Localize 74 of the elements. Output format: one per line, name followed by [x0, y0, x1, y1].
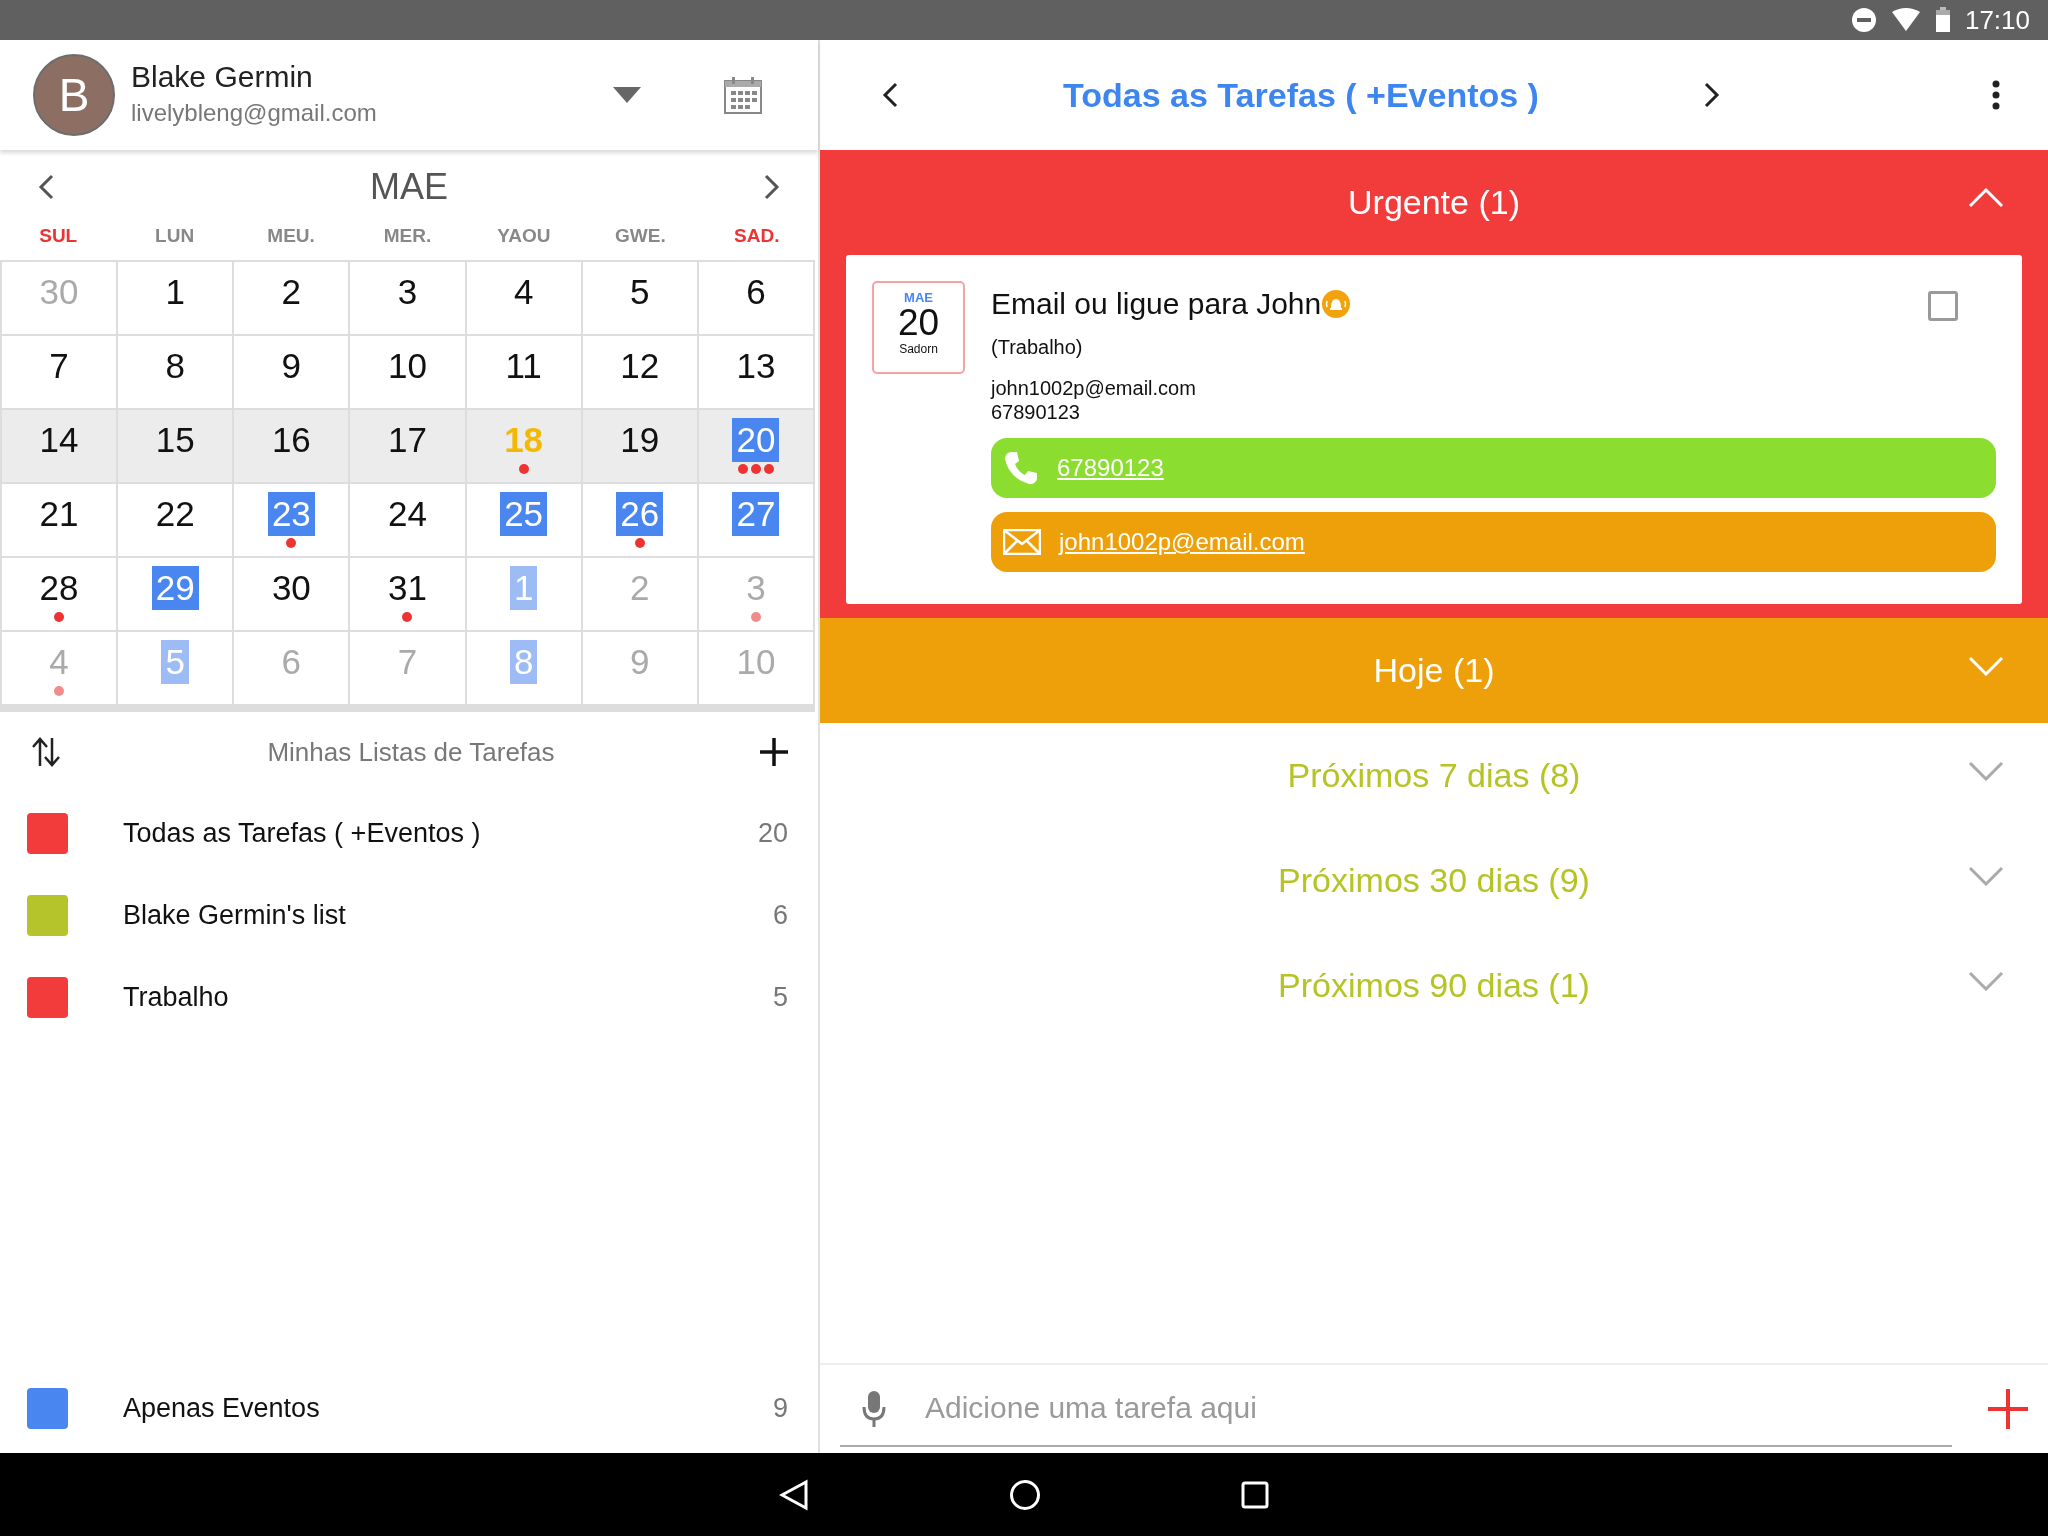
more-options-icon[interactable] [1992, 80, 2000, 110]
dropdown-icon[interactable] [613, 87, 641, 103]
day-number[interactable]: 12 [616, 344, 664, 388]
day-number[interactable]: 4 [509, 270, 538, 314]
clock-time: 17:10 [1964, 3, 2030, 37]
account-email: livelybleng@gmail.com [131, 98, 378, 128]
weekday-label: SUL [38, 223, 79, 248]
task-checkbox[interactable] [1928, 291, 1958, 321]
task-detail: john1002p@email.com [991, 376, 1197, 400]
list-count: 9 [772, 1391, 788, 1425]
home-icon[interactable] [1009, 1478, 1041, 1511]
list-count: 5 [772, 980, 788, 1014]
day-number[interactable]: 28 [35, 566, 83, 610]
day-number[interactable]: 20 [732, 418, 780, 462]
day-number[interactable]: 13 [732, 344, 780, 388]
account-name: Blake Germin [131, 59, 314, 95]
day-number[interactable]: 2 [277, 270, 306, 314]
day-number[interactable]: 27 [732, 492, 780, 536]
chevron-right-icon[interactable] [764, 174, 780, 200]
chevron-left-icon[interactable] [38, 174, 54, 200]
month-title: MAE [370, 165, 448, 209]
battery-icon [1934, 7, 1951, 33]
task-detail: 67890123 [991, 400, 1081, 424]
chevron-right-icon[interactable] [1704, 82, 1720, 108]
list-name[interactable]: Todas as Tarefas ( +Eventos ) [123, 812, 758, 854]
task-category: (Trabalho) [991, 335, 1084, 360]
task-card[interactable]: MAE 20 Sadorn Email ou ligue para John (Trabalho) john1002p@email.com 67890123 67890123 john1002p@email.com [846, 255, 2022, 604]
day-number[interactable]: 24 [384, 492, 431, 536]
list-count: 6 [772, 898, 788, 932]
day-number[interactable]: 1 [161, 270, 189, 314]
weekday-label: MER. [382, 223, 433, 248]
page-title: Todas as Tarefas ( +Eventos ) [1062, 74, 1540, 116]
calendar-icon[interactable] [723, 75, 763, 115]
sort-icon[interactable] [30, 736, 62, 768]
do-not-disturb-icon [1850, 7, 1877, 33]
date-badge: MAE 20 Sadorn [872, 281, 965, 374]
day-number[interactable]: 3 [393, 270, 422, 314]
day-number[interactable]: 23 [267, 492, 315, 536]
day-number[interactable]: 5 [626, 270, 654, 314]
day-number[interactable]: 21 [35, 492, 83, 536]
list-name[interactable]: Blake Germin's list [123, 894, 773, 936]
weekday-label: GWE. [614, 223, 667, 248]
day-number[interactable]: 26 [616, 492, 664, 536]
list-name[interactable]: Apenas Eventos [123, 1387, 773, 1429]
day-number[interactable]: 9 [277, 344, 306, 388]
weekday-label: LUN [154, 223, 196, 248]
task-title: Email ou ligue para John [991, 286, 1322, 322]
back-icon[interactable] [779, 1478, 809, 1511]
day-number[interactable]: 10 [384, 344, 431, 388]
day-number[interactable]: 31 [384, 566, 431, 610]
day-number[interactable]: 29 [151, 566, 199, 610]
day-number[interactable]: 25 [500, 492, 548, 536]
microphone-icon[interactable] [862, 1390, 886, 1428]
wifi-icon [1890, 8, 1921, 32]
envelope-icon [1003, 529, 1041, 555]
add-icon[interactable] [760, 738, 788, 766]
day-number[interactable]: 30 [267, 566, 315, 610]
task-input-field[interactable]: Adicione uma tarefa aqui [840, 1371, 1952, 1447]
avatar: B [33, 54, 115, 136]
day-number[interactable]: 8 [161, 344, 189, 388]
phone-icon [1003, 450, 1039, 486]
chevron-left-icon[interactable] [882, 82, 898, 108]
recent-apps-icon[interactable] [1241, 1480, 1269, 1509]
section-title: Minhas Listas de Tarefas [266, 735, 556, 769]
day-number[interactable]: 7 [45, 344, 73, 388]
day-number[interactable]: 6 [742, 270, 770, 314]
list-count: 20 [757, 816, 788, 850]
weekday-label: SAD. [733, 223, 781, 248]
chevron-up-icon[interactable] [1968, 188, 2004, 208]
list-name[interactable]: Trabalho [123, 976, 773, 1018]
day-number[interactable]: 11 [501, 344, 546, 388]
weekday-label: MEU. [266, 223, 316, 248]
day-number[interactable]: 22 [151, 492, 199, 536]
weekday-label: YAOU [496, 223, 552, 248]
